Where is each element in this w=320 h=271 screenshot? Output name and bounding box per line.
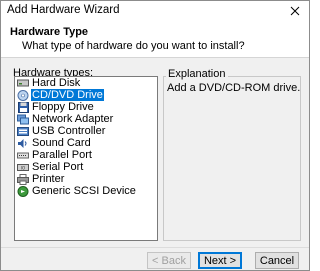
- svg-text:IO: IO: [21, 165, 25, 170]
- hardware-types-list[interactable]: Hard Disk CD/DVD Drive Floppy Drive Netw…: [14, 76, 158, 241]
- explanation-groupbox: [163, 76, 301, 241]
- serial-port-icon: IO: [17, 162, 29, 173]
- list-item-parallel-port[interactable]: Parallel Port: [15, 149, 157, 161]
- list-item-label: Parallel Port: [32, 149, 92, 161]
- explanation-label: Explanation: [166, 68, 228, 80]
- list-item-label: Serial Port: [32, 161, 84, 173]
- next-button[interactable]: Next >: [198, 252, 242, 269]
- sound-card-icon: [17, 138, 29, 149]
- list-item-label: Sound Card: [32, 137, 91, 149]
- title-bar[interactable]: Add Hardware Wizard: [1, 1, 309, 21]
- page-title: Hardware Type: [10, 26, 89, 38]
- list-item-usb-controller[interactable]: USB Controller: [15, 125, 157, 137]
- list-item-label: Network Adapter: [32, 113, 114, 125]
- usb-icon: [17, 126, 29, 137]
- printer-icon: [17, 173, 29, 185]
- list-item-hard-disk[interactable]: Hard Disk: [15, 77, 157, 89]
- window-title: Add Hardware Wizard: [7, 4, 120, 16]
- network-adapter-icon: [17, 114, 29, 125]
- list-item-floppy[interactable]: Floppy Drive: [15, 101, 157, 113]
- scsi-device-icon: [17, 185, 29, 197]
- close-icon: [290, 6, 300, 16]
- list-item-printer[interactable]: Printer: [15, 173, 157, 185]
- list-item-label: Generic SCSI Device: [32, 185, 136, 197]
- list-item-label: USB Controller: [32, 125, 106, 137]
- cancel-button[interactable]: Cancel: [255, 252, 299, 269]
- back-button[interactable]: < Back: [147, 252, 191, 269]
- list-item-label: Printer: [32, 173, 65, 185]
- close-button[interactable]: [281, 1, 309, 21]
- explanation-text: Add a DVD/CD-ROM drive.: [167, 82, 301, 94]
- list-item-sound-card[interactable]: Sound Card: [15, 137, 157, 149]
- footer-divider: [1, 247, 309, 248]
- floppy-icon: [17, 101, 29, 113]
- list-item-label: CD/DVD Drive: [31, 89, 104, 101]
- list-item-label: Hard Disk: [32, 77, 81, 89]
- list-item-serial-port[interactable]: IO Serial Port: [15, 161, 157, 173]
- hard-disk-icon: [17, 78, 29, 89]
- list-item-cd-dvd[interactable]: CD/DVD Drive: [15, 89, 157, 101]
- cd-dvd-icon: [17, 89, 29, 101]
- parallel-port-icon: [17, 150, 29, 161]
- page-subtitle: What type of hardware do you want to ins…: [22, 40, 245, 52]
- list-item-network-adapter[interactable]: Network Adapter: [15, 113, 157, 125]
- wizard-header: Hardware Type What type of hardware do y…: [1, 21, 309, 58]
- list-item-generic-scsi[interactable]: Generic SCSI Device: [15, 185, 157, 197]
- wizard-window: Add Hardware Wizard Hardware Type What t…: [0, 0, 310, 271]
- list-item-label: Floppy Drive: [32, 101, 94, 113]
